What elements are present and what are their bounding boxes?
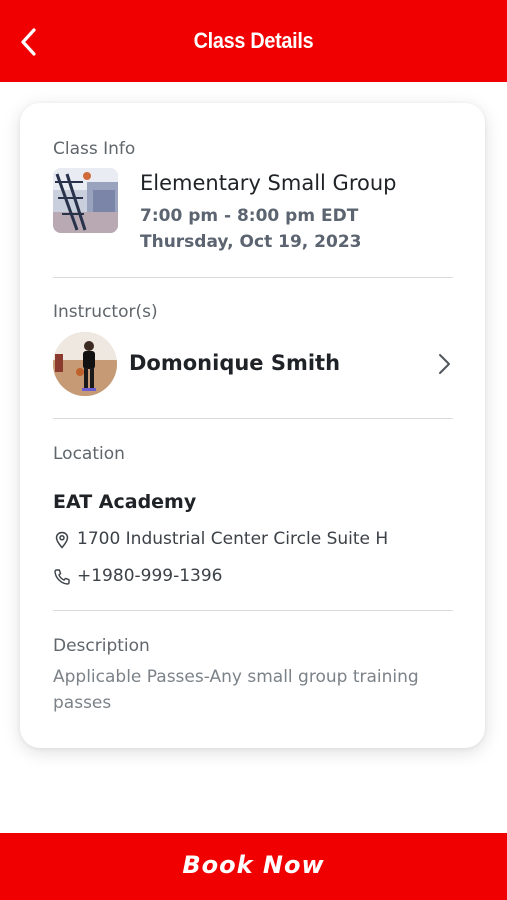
map-pin-icon (55, 531, 69, 549)
chevron-right-icon (439, 354, 450, 374)
class-time: 7:00 pm - 8:00 pm EDT (140, 206, 359, 226)
instructor-name[interactable]: Domonique Smith (129, 351, 340, 375)
class-name: Elementary Small Group (140, 171, 397, 195)
description-text: Applicable Passes-Any small group traini… (53, 667, 419, 713)
instructor-detail-button[interactable] (432, 351, 456, 377)
header-bar: Class Details (0, 0, 507, 82)
class-details-card: Class Info Elementary Small Group 7:00 p… (20, 103, 485, 748)
instructor-avatar (53, 332, 117, 396)
class-thumbnail (53, 168, 118, 233)
divider (53, 418, 453, 419)
divider (53, 610, 453, 611)
book-now-label: Book Now (182, 851, 325, 879)
divider (53, 277, 453, 278)
phone-text: +1980-999-1396 (77, 566, 223, 586)
location-name: EAT Academy (53, 491, 197, 513)
instructor-label: Instructor(s) (53, 302, 158, 322)
location-label: Location (53, 444, 125, 464)
book-now-button[interactable]: Book Now (0, 833, 507, 900)
phone-icon (54, 569, 70, 585)
address-text: 1700 Industrial Center Circle Suite H (77, 529, 389, 549)
description-label: Description (53, 636, 150, 656)
class-date: Thursday, Oct 19, 2023 (140, 232, 362, 252)
class-info-label: Class Info (53, 139, 136, 159)
page-title: Class Details (193, 28, 314, 53)
